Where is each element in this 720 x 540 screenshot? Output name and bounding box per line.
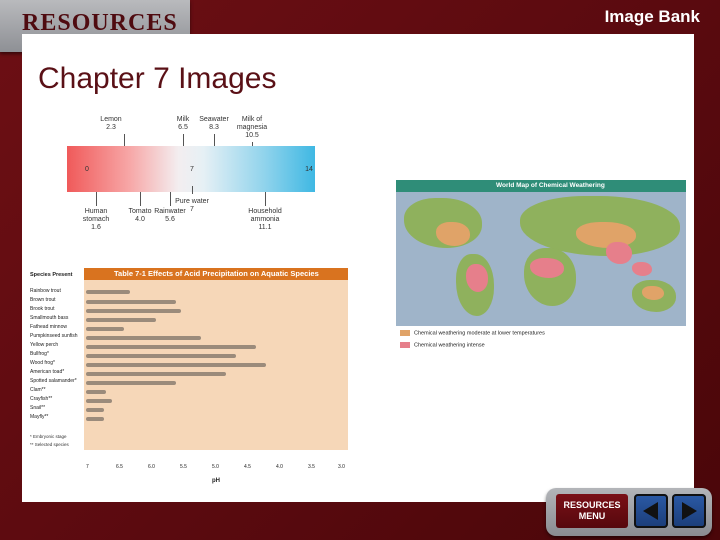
world-map	[396, 192, 686, 326]
land-mass	[606, 242, 632, 264]
ph-min: 0	[85, 166, 89, 173]
land-mass	[632, 262, 652, 276]
land-mass	[466, 264, 488, 292]
species-label: Spotted salamander*	[30, 378, 77, 384]
species-label: Clam**	[30, 387, 46, 393]
species-label: Wood frog*	[30, 360, 55, 366]
species-label: Smallmouth bass	[30, 315, 69, 321]
x-tick: 5.5	[180, 464, 187, 470]
acid-precipitation-table-figure[interactable]: Species Present Table 7-1 Effects of Aci…	[28, 266, 348, 484]
ph-mid: 7	[190, 166, 194, 173]
map-title: World Map of Chemical Weathering	[396, 180, 686, 192]
ph-tick	[140, 192, 141, 206]
species-bar	[86, 381, 176, 385]
chemical-weathering-map-figure[interactable]: World Map of Chemical Weathering Chemica…	[394, 178, 688, 356]
page-title: Chapter 7 Images	[38, 62, 277, 95]
species-label: Brook trout	[30, 306, 55, 312]
species-label: Snail**	[30, 405, 46, 411]
x-tick: 4.0	[276, 464, 283, 470]
species-label: Yellow perch	[30, 342, 59, 348]
land-mass	[530, 258, 564, 278]
ph-tick	[214, 134, 215, 146]
footnote: ** Selected species	[30, 442, 69, 447]
x-tick: 5.0	[212, 464, 219, 470]
ph-label-milk-of-magnesia: Milk of magnesia 10.5	[236, 116, 268, 139]
legend-item-intense: Chemical weathering intense	[400, 342, 485, 348]
x-tick: 7	[86, 464, 89, 470]
x-tick: 6.0	[148, 464, 155, 470]
table-title: Table 7-1 Effects of Acid Precipitation …	[84, 268, 348, 280]
ph-label-human-stomach: Human stomach 1.6	[82, 208, 110, 231]
next-button[interactable]	[672, 494, 706, 528]
species-bar	[86, 345, 256, 349]
resources-menu-button[interactable]: RESOURCES MENU	[556, 494, 628, 528]
land-mass	[642, 286, 664, 300]
x-axis-label: pH	[212, 478, 220, 484]
x-tick: 3.5	[308, 464, 315, 470]
species-bar	[86, 300, 176, 304]
slide-content: Chapter 7 Images Lemon 2.3 Milk 6.5 Seawat…	[22, 34, 694, 502]
x-tick: 3.0	[338, 464, 345, 470]
ph-scale-figure[interactable]: Lemon 2.3 Milk 6.5 Seawater 8.3 Milk of mag…	[62, 114, 322, 231]
banner-title: RESOURCES	[22, 10, 178, 36]
ph-label-household-ammonia: Household ammonia 11.1	[248, 208, 282, 231]
ph-tick	[265, 192, 266, 206]
species-bar	[86, 372, 226, 376]
ph-label-lemon: Lemon 2.3	[100, 116, 122, 131]
ph-max: 14	[305, 166, 313, 173]
section-label: Image Bank	[604, 7, 700, 26]
species-bar	[86, 327, 124, 331]
species-bar	[86, 290, 130, 294]
species-bar	[86, 309, 181, 313]
ph-tick	[192, 186, 193, 194]
ph-tick	[96, 192, 97, 206]
menu-button-line1: RESOURCES	[563, 500, 621, 510]
ph-tick	[183, 134, 184, 146]
x-tick: 4.5	[244, 464, 251, 470]
legend-swatch	[400, 330, 410, 336]
species-bar	[86, 417, 104, 421]
arrow-left-icon	[643, 502, 658, 520]
footnote: * Embryonic stage	[30, 434, 67, 439]
legend-item-moderate: Chemical weathering moderate at lower te…	[400, 330, 545, 336]
species-bar	[86, 318, 156, 322]
species-bar	[86, 390, 106, 394]
navigation-bar: RESOURCES MENU	[546, 488, 712, 536]
species-bar	[86, 399, 112, 403]
species-bar	[86, 363, 266, 367]
x-tick: 6.5	[116, 464, 123, 470]
ph-label-seawater: Seawater 8.3	[199, 116, 229, 131]
species-label: Pumpkinseed sunfish	[30, 333, 78, 339]
arrow-right-icon	[682, 502, 697, 520]
land-mass	[436, 222, 470, 246]
species-bar	[86, 354, 236, 358]
legend-swatch	[400, 342, 410, 348]
ph-tick	[124, 134, 125, 146]
species-label: Brown trout	[30, 297, 56, 303]
previous-button[interactable]	[634, 494, 668, 528]
species-label: Mayfly**	[30, 414, 49, 420]
species-label: Fathead minnow	[30, 324, 67, 330]
species-label: Bullfrog*	[30, 351, 49, 357]
ph-label-rainwater: Rainwater 5.6	[154, 208, 186, 223]
species-label: Crayfish**	[30, 396, 53, 402]
ph-tick	[170, 192, 171, 206]
map-legend: Chemical weathering moderate at lower te…	[396, 326, 686, 356]
species-bar	[86, 408, 104, 412]
species-label: American toad*	[30, 369, 65, 375]
species-label: Rainbow trout	[30, 288, 61, 294]
species-column-header: Species Present	[30, 272, 73, 278]
species-bar	[86, 336, 201, 340]
table-body	[84, 280, 348, 450]
menu-button-line2: MENU	[578, 511, 606, 521]
